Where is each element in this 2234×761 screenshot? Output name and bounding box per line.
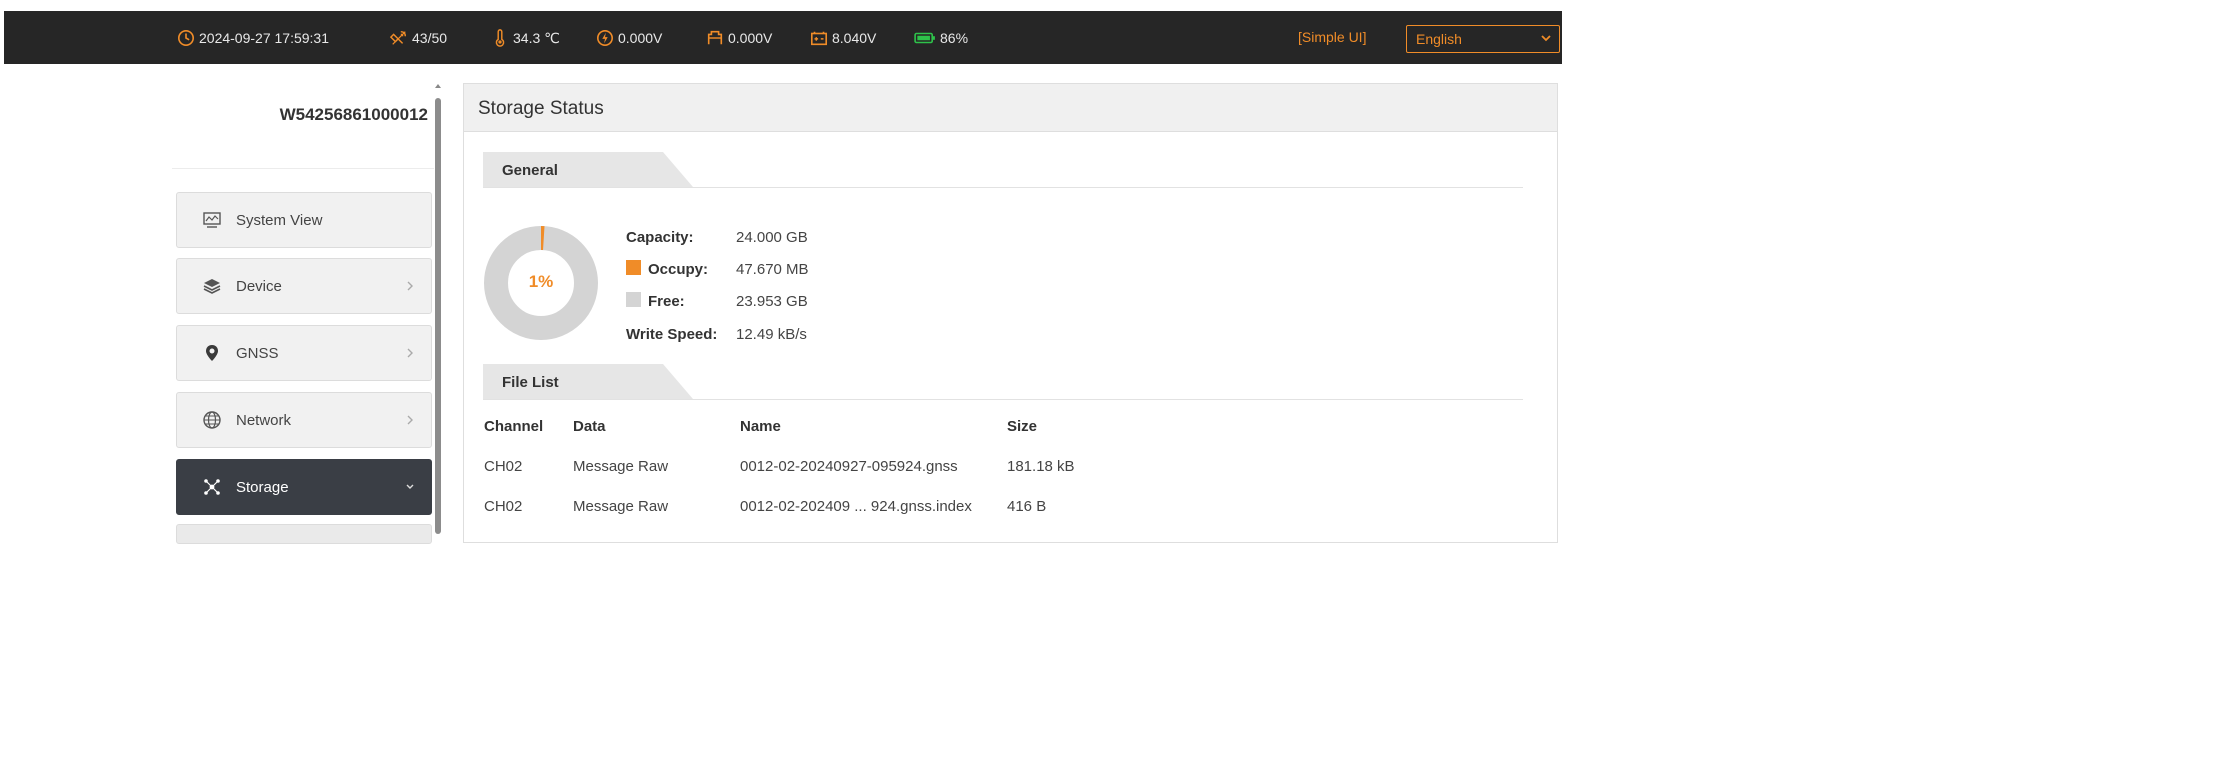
file-list-section-tab: File List [483,364,693,399]
cell-channel: CH02 [484,458,523,475]
sidebar-item-gnss[interactable]: GNSS [176,325,432,381]
panel-title: Storage Status [464,84,1557,132]
file-list-section-line [483,399,1523,400]
file-list-heading: File List [502,374,559,391]
column-header-name[interactable]: Name [740,418,781,435]
satellite-status: 43/50 [390,28,447,48]
usage-percent: 1% [528,272,554,291]
sidebar-item-label: System View [236,211,323,229]
general-section-tab: General [483,152,693,187]
capacity-value: 24.000 GB [736,229,808,246]
write-speed-label: Write Speed: [626,326,718,343]
language-select[interactable]: English [1406,25,1560,53]
general-heading: General [502,162,558,179]
cell-size: 416 B [1007,498,1047,515]
language-select-value: English [1416,31,1462,47]
voltage3-text: 8.040V [832,30,877,46]
column-header-data[interactable]: Data [573,418,606,435]
voltage1-text: 0.000V [618,30,663,46]
chevron-down-icon [406,484,414,489]
cell-data: Message Raw [573,498,669,515]
sidebar-item-label: Device [236,277,282,295]
voltage1-status: 0.000V [596,28,662,48]
occupy-swatch [626,260,641,275]
sidebar-scrollbar[interactable] [435,98,441,534]
cell-name[interactable]: 0012-02-20240927-095924.gnss [740,458,958,475]
sidebar-item-label: GNSS [236,344,279,362]
column-header-size[interactable]: Size [1007,418,1037,435]
layers-icon [201,275,223,297]
clock-icon [177,29,195,47]
sidebar-item-label: Storage [236,478,289,496]
datetime-text: 2024-09-27 17:59:31 [199,30,329,46]
datetime-status: 2024-09-27 17:59:31 [177,28,329,48]
occupy-value: 47.670 MB [736,261,809,278]
free-label: Free: [648,293,685,310]
sidebar-item-network[interactable]: Network [176,392,432,448]
sidebar-item-storage[interactable]: Storage [176,459,432,515]
thermometer-icon [495,29,505,47]
free-value: 23.953 GB [736,293,808,310]
voltage3-status: 8.040V [810,28,876,48]
globe-icon [201,409,223,431]
temperature-status: 34.3 ℃ [491,28,560,48]
temperature-text: 34.3 ℃ [513,29,560,46]
top-status-bar: 2024-09-27 17:59:31 43/50 34.3 ℃ 0.000V … [4,11,1562,64]
cell-size: 181.18 kB [1007,458,1075,475]
storage-network-icon [201,476,223,498]
gauge-icon [596,29,614,47]
battery-status: 86% [914,28,968,48]
chevron-right-icon [407,281,413,291]
chevron-right-icon [407,348,413,358]
voltage2-text: 0.000V [728,30,773,46]
occupy-label: Occupy: [648,261,709,278]
sidebar-item-label: Network [236,411,292,429]
chevron-down-icon [1541,35,1551,42]
battery-icon [914,32,935,44]
satellite-count-text: 43/50 [412,30,448,46]
capacity-label: Capacity: [626,229,694,246]
car-battery-icon [810,31,828,46]
scroll-up-arrow[interactable] [435,84,441,88]
monitor-icon [201,209,223,231]
satellite-icon [390,30,407,45]
simple-ui-link[interactable]: [Simple UI] [1298,29,1366,45]
sidebar-item-device[interactable]: Device [176,258,432,314]
free-swatch [626,292,641,307]
sidebar-divider [172,168,434,169]
cell-data: Message Raw [573,458,669,475]
cell-name[interactable]: 0012-02-202409 ... 924.gnss.index [740,498,972,515]
location-pin-icon [201,342,223,364]
column-header-channel[interactable]: Channel [484,418,543,435]
power-port-icon [707,30,723,45]
cell-channel: CH02 [484,498,523,515]
write-speed-value: 12.49 kB/s [736,326,807,343]
chevron-right-icon [407,415,413,425]
device-id: W54256861000012 [279,105,428,124]
voltage2-status: 0.000V [706,28,772,48]
battery-text: 86% [940,30,969,46]
general-section-line [483,187,1523,188]
sidebar-item-system-view[interactable]: System View [176,192,432,248]
sidebar-item-next[interactable] [176,524,432,544]
